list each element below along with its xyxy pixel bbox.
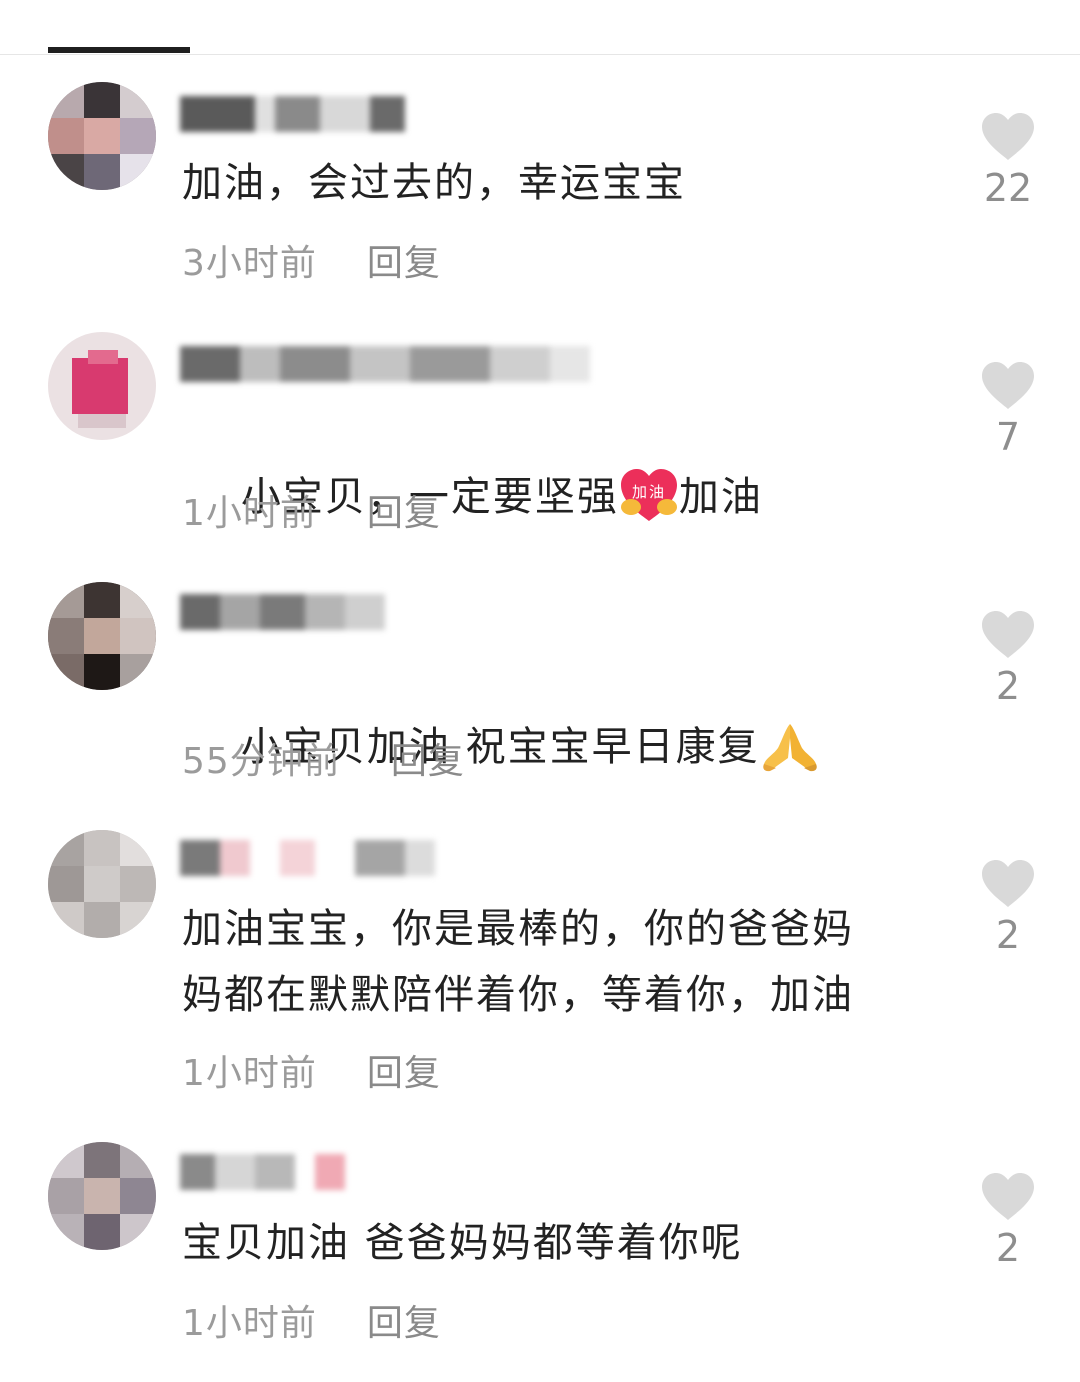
like-count: 22 — [983, 166, 1033, 210]
username-blurred[interactable] — [180, 840, 435, 876]
comment-meta: 1小时前 回复 — [182, 1044, 441, 1096]
heart-icon — [982, 362, 1034, 409]
like-count: 2 — [995, 913, 1021, 957]
username-blurred[interactable] — [180, 346, 590, 382]
comment-time: 1小时前 — [182, 1053, 317, 1094]
avatar[interactable] — [48, 1142, 156, 1250]
avatar[interactable] — [48, 582, 156, 690]
avatar[interactable] — [48, 82, 156, 190]
reply-button[interactable]: 回复 — [367, 493, 441, 534]
comment-time: 55分钟前 — [182, 741, 341, 782]
praying-hands-icon — [760, 718, 820, 774]
comment-text: 加油宝宝，你是最棒的，你的爸爸妈 妈都在默默陪伴着你，等着你，加油 — [182, 906, 854, 1018]
comment-meta: 1小时前 回复 — [182, 484, 441, 536]
heart-icon — [982, 611, 1034, 658]
like-button[interactable]: 2 — [966, 1172, 1050, 1268]
emoji-label: 加油 — [632, 483, 666, 501]
username-blurred[interactable] — [180, 1154, 345, 1190]
comment-text: 加油，会过去的，幸运宝宝 — [182, 160, 686, 206]
top-tab-bar — [0, 0, 1080, 56]
like-button[interactable]: 7 — [966, 361, 1050, 457]
active-tab-indicator — [48, 47, 190, 53]
like-button[interactable]: 2 — [966, 610, 1050, 706]
heart-icon — [982, 860, 1034, 907]
comment-text: 宝贝加油 爸爸妈妈都等着你呢 — [182, 1220, 743, 1266]
comment-meta: 55分钟前 回复 — [182, 732, 465, 784]
like-count: 2 — [995, 664, 1021, 708]
comment-meta: 1小时前 回复 — [182, 1294, 441, 1346]
avatar[interactable] — [48, 332, 156, 440]
heart-icon — [982, 1173, 1034, 1220]
comment-meta: 3小时前 回复 — [182, 234, 441, 286]
comment-time: 1小时前 — [182, 493, 317, 534]
username-blurred[interactable] — [180, 594, 385, 630]
username-blurred[interactable] — [180, 96, 405, 132]
reply-button[interactable]: 回复 — [367, 1053, 441, 1094]
like-count: 2 — [995, 1226, 1021, 1270]
comment-text-part: 加油 — [678, 474, 763, 520]
reply-button[interactable]: 回复 — [367, 243, 441, 284]
avatar[interactable] — [48, 830, 156, 938]
top-divider — [0, 54, 1080, 55]
reply-button[interactable]: 回复 — [391, 741, 465, 782]
comment-time: 1小时前 — [182, 1303, 317, 1344]
reply-button[interactable]: 回复 — [367, 1303, 441, 1344]
like-button[interactable]: 22 — [966, 112, 1050, 208]
heart-hug-emoji-icon: 加油 — [619, 467, 679, 523]
comment-time: 3小时前 — [182, 243, 317, 284]
heart-icon — [982, 113, 1034, 160]
like-button[interactable]: 2 — [966, 859, 1050, 955]
like-count: 7 — [995, 415, 1021, 459]
